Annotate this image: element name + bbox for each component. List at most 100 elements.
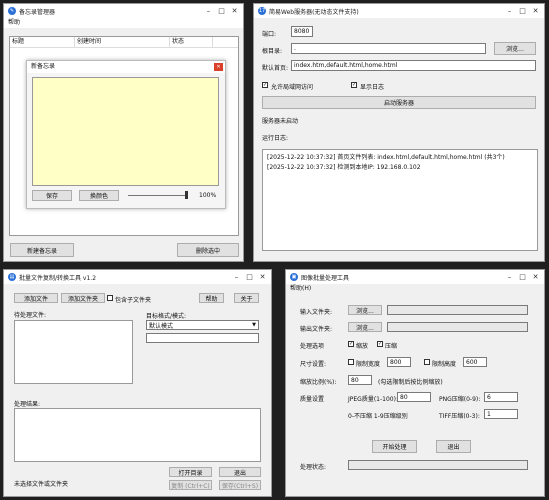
limit-width-checkbox[interactable] <box>348 359 354 365</box>
minimize-icon[interactable]: – <box>503 4 516 18</box>
log-label: 显示日志 <box>360 84 385 91</box>
png-compress-label: PNG压缩(0-9): <box>439 396 481 403</box>
log-title: 运行日志: <box>262 135 289 142</box>
memo-titlebar: ✎ 备忘录管理器 – □ ✕ <box>4 4 243 18</box>
log-line: [2025-12-22 10:37:32] 首页文件列表: index.html… <box>267 154 505 161</box>
ratio-label: 缩放比例(%): <box>300 379 337 386</box>
menu-help[interactable]: 帮助 <box>4 18 243 28</box>
mode-select[interactable]: 默认模式 ▼ <box>146 320 259 330</box>
result-area[interactable] <box>14 408 261 462</box>
tiff-compress-label: TIFF压缩(0-3): <box>439 413 480 420</box>
chevron-down-icon: ▼ <box>252 322 256 328</box>
height-input[interactable]: 600 <box>463 357 487 367</box>
column-created[interactable]: 创建时间 <box>75 37 170 47</box>
log-area[interactable]: [2025-12-22 10:37:32] 首页文件列表: index.html… <box>262 149 538 251</box>
dialog-title: 新备忘录 <box>31 63 56 70</box>
root-input[interactable]: . <box>291 43 486 54</box>
about-button[interactable]: 关于 <box>234 293 259 303</box>
web-window: 17 简易Web服务器(无动态文件支持) – □ ✕ 端口: 8080 根目录: .… <box>253 3 545 262</box>
image-tool-title: 图像批量处理工具 <box>301 274 350 282</box>
port-input[interactable]: 8080 <box>291 26 313 37</box>
app-icon: ▤ <box>8 273 16 281</box>
tiff-compress-input[interactable]: 1 <box>484 409 518 419</box>
close-icon[interactable]: ✕ <box>529 4 542 18</box>
mode-label: 目标格式/模式: <box>146 313 187 320</box>
maximize-icon[interactable]: □ <box>215 4 228 18</box>
file-list-label: 待处理文件: <box>14 312 47 319</box>
compress-checkbox[interactable]: ✓ <box>377 341 383 347</box>
ratio-input[interactable]: 80 <box>348 375 372 385</box>
save-result-button[interactable]: 保存(Ctrl+S) <box>219 480 261 490</box>
lan-checkbox[interactable]: ✓ <box>262 82 268 88</box>
app-icon: 17 <box>258 7 266 15</box>
web-titlebar: 17 简易Web服务器(无动态文件支持) – □ ✕ <box>254 4 544 18</box>
ratio-hint: (勾选限制后按比例缩放) <box>378 379 443 386</box>
browse-button[interactable]: 浏览... <box>494 42 536 55</box>
app-icon: ✎ <box>8 7 16 15</box>
resize-label: 缩放 <box>356 343 369 350</box>
output-browse-button[interactable]: 浏览... <box>348 322 382 332</box>
output-folder-field[interactable] <box>387 322 528 332</box>
resize-checkbox[interactable]: ✓ <box>348 341 354 347</box>
start-server-button[interactable]: 启动服务器 <box>262 96 536 109</box>
mode-input[interactable] <box>146 333 259 343</box>
memo-text-area[interactable] <box>32 77 219 186</box>
mode-select-value: 默认模式 <box>149 322 174 330</box>
help-button[interactable]: 帮助 <box>199 293 224 303</box>
start-process-button[interactable]: 开始处理 <box>372 440 417 453</box>
column-status[interactable]: 状态 <box>170 37 213 47</box>
add-folder-button[interactable]: 添加文件夹 <box>61 293 105 303</box>
process-status-field[interactable] <box>348 460 528 470</box>
default-page-input[interactable]: index.htm,default.html,home.html <box>291 60 536 71</box>
limit-width-label: 限制宽度 <box>356 361 381 368</box>
maximize-icon[interactable]: □ <box>243 270 256 284</box>
quality-settings-label: 质量设置 <box>300 396 325 403</box>
close-icon[interactable]: ✕ <box>256 270 269 284</box>
root-label: 根目录: <box>262 48 283 55</box>
opacity-slider-thumb[interactable] <box>185 191 188 199</box>
close-icon[interactable]: ✕ <box>529 270 542 284</box>
memo-dialog: 新备忘录 ✕ 保存 换颜色 100% <box>26 60 226 209</box>
new-memo-button[interactable]: 新建备忘录 <box>10 243 74 257</box>
change-color-button[interactable]: 换颜色 <box>79 190 119 201</box>
log-checkbox[interactable]: ✓ <box>351 82 357 88</box>
column-title[interactable]: 标题 <box>10 37 75 47</box>
port-label: 端口: <box>262 31 277 38</box>
input-browse-button[interactable]: 浏览... <box>348 305 382 315</box>
copy-button[interactable]: 复制 (Ctrl+C) <box>169 480 212 490</box>
log-line: [2025-12-22 10:37:32] 检测到本地IP: 192.168.0… <box>267 164 421 171</box>
width-input[interactable]: 800 <box>387 357 411 367</box>
input-folder-field[interactable] <box>387 305 528 315</box>
file-list[interactable] <box>14 320 133 384</box>
minimize-icon[interactable]: – <box>230 270 243 284</box>
open-folder-button[interactable]: 打开目录 <box>169 467 212 477</box>
file-status-label: 未选择文件或文件夹 <box>14 481 69 488</box>
limit-height-checkbox[interactable] <box>424 359 430 365</box>
result-label: 处理结果: <box>14 401 41 408</box>
add-file-button[interactable]: 添加文件 <box>14 293 58 303</box>
exit-button[interactable]: 退出 <box>219 467 261 477</box>
subfolder-label: 包含子文件夹 <box>115 297 152 304</box>
minimize-icon[interactable]: – <box>202 4 215 18</box>
output-folder-label: 输出文件夹: <box>300 326 333 333</box>
limit-height-label: 限制高度 <box>432 361 457 368</box>
maximize-icon[interactable]: □ <box>516 4 529 18</box>
subfolder-checkbox[interactable] <box>107 295 113 301</box>
image-menu[interactable]: 帮助(H) <box>286 284 544 294</box>
save-button[interactable]: 保存 <box>32 190 72 201</box>
close-icon[interactable]: ✕ <box>228 4 241 18</box>
png-compress-input[interactable]: 6 <box>484 392 518 402</box>
process-options-label: 处理选项 <box>300 343 325 350</box>
size-settings-label: 尺寸设置: <box>300 361 327 368</box>
file-tool-window: ▤ 批量文件复制/转换工具 v1.2 – □ ✕ 添加文件 添加文件夹 包含子文件夹… <box>3 269 272 497</box>
process-status-label: 处理状态: <box>300 464 327 471</box>
jpeg-quality-label: JPEG质量(1-100): <box>348 396 398 403</box>
delete-selected-button[interactable]: 删除选中 <box>177 243 239 257</box>
web-title: 简易Web服务器(无动态文件支持) <box>269 8 359 16</box>
image-exit-button[interactable]: 退出 <box>436 440 471 453</box>
opacity-slider[interactable] <box>128 195 188 196</box>
dialog-close-icon[interactable]: ✕ <box>214 63 223 71</box>
jpeg-quality-input[interactable]: 80 <box>397 392 431 402</box>
maximize-icon[interactable]: □ <box>516 270 529 284</box>
minimize-icon[interactable]: – <box>503 270 516 284</box>
